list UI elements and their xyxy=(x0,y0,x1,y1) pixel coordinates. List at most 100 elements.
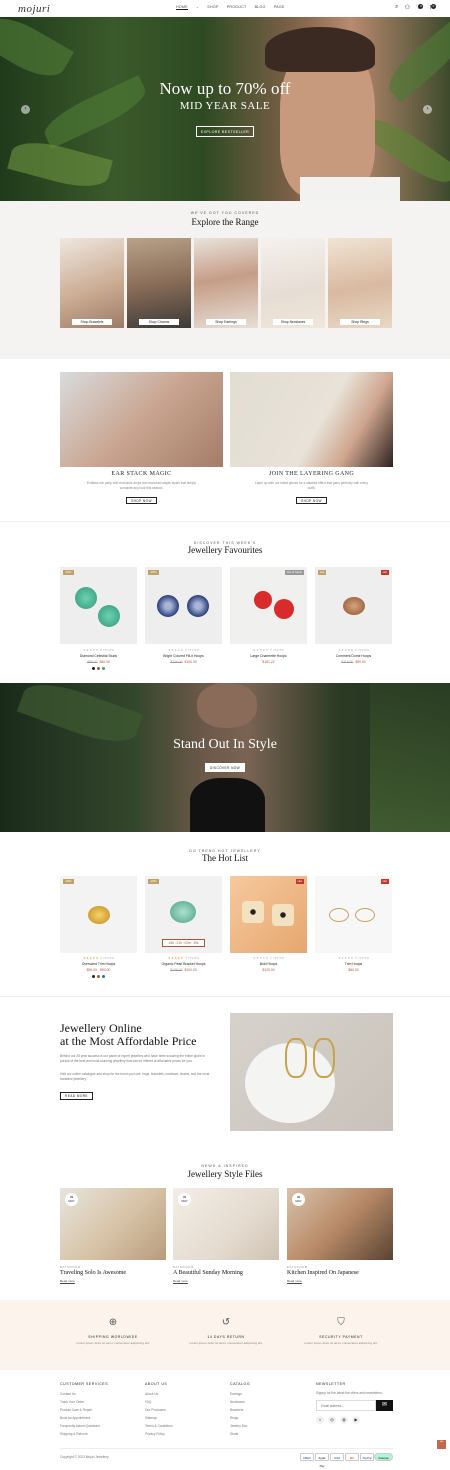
color-swatch[interactable] xyxy=(92,975,95,978)
blog-category[interactable]: BATHROOM xyxy=(287,1265,308,1269)
favourites-title: Jewellery Favourites xyxy=(187,545,263,555)
shop-now-button[interactable]: SHOP NOW xyxy=(126,497,157,504)
nav-home[interactable]: HOME xyxy=(176,5,188,10)
blog-category[interactable]: BATHROOM xyxy=(173,1265,194,1269)
color-swatch[interactable] xyxy=(97,667,100,670)
affordable-paragraph: Visit our online catalogue and shop for … xyxy=(60,1072,210,1081)
product-card[interactable]: Hot xyxy=(315,876,392,953)
product-card[interactable]: -20% xyxy=(60,876,137,953)
product-card[interactable]: Hot xyxy=(230,876,307,953)
chevron-down-icon: ⌄ xyxy=(195,5,200,9)
footer-link[interactable]: About Us xyxy=(145,1392,158,1396)
footer-link[interactable]: Frequently Asked Questions xyxy=(60,1424,100,1428)
back-to-top-icon[interactable]: ⌃ xyxy=(437,1440,446,1449)
feature-desc: Lorem ipsum dolor sit amet, consectetur … xyxy=(189,1341,263,1345)
blog-date: 09 MAY xyxy=(65,1193,78,1206)
dribbble-icon[interactable]: ◍ xyxy=(340,1416,348,1424)
product-card[interactable]: -20% xyxy=(60,567,137,644)
promo-ear-stack-image[interactable] xyxy=(60,372,223,467)
feature-title: 14 DAYS RETURN xyxy=(207,1335,245,1339)
account-icon[interactable]: ⚇ xyxy=(405,4,410,11)
twitter-icon[interactable]: t xyxy=(316,1416,324,1424)
product-name[interactable]: Bold Hoops xyxy=(230,962,307,966)
blog-category[interactable]: BATHROOM xyxy=(60,1265,81,1269)
youtube-icon[interactable]: ▶ xyxy=(352,1416,360,1424)
category-tile-necklaces[interactable]: Shop Necklaces xyxy=(261,238,325,328)
blog-post-title[interactable]: Traveling Solo Is Awesome xyxy=(60,1270,126,1276)
nav-product[interactable]: PRODUCT xyxy=(227,5,247,10)
footer-link[interactable]: FAQ xyxy=(145,1400,151,1404)
product-price: $96.00 $60.00 xyxy=(87,660,110,664)
category-tile-charms[interactable]: Shop Charms xyxy=(127,238,191,328)
category-tile-earrings[interactable]: Shop Earrings xyxy=(194,238,258,328)
amex-icon: AMEX xyxy=(300,1453,314,1461)
product-card[interactable]: -20% xyxy=(145,567,222,644)
product-name[interactable]: Trim Hoops xyxy=(315,962,392,966)
footer-link[interactable]: Product Care & Repair xyxy=(60,1408,92,1412)
rating-stars: ★★★★★ 4 review xyxy=(168,956,200,960)
footer-link[interactable]: Track Your Order xyxy=(60,1400,84,1404)
color-swatch[interactable] xyxy=(92,667,95,670)
blog-post-title[interactable]: A Beautiful Sunday Morning xyxy=(173,1270,243,1276)
read-more-link[interactable]: Read more xyxy=(287,1279,302,1283)
promo-title: EAR STACK MAGIC xyxy=(111,471,172,477)
product-name[interactable]: Organic Pearl Bracket Hoops xyxy=(145,962,222,966)
footer-link[interactable]: Book an Appointment xyxy=(60,1416,90,1420)
footer-link[interactable]: Terms & Conditions xyxy=(145,1424,173,1428)
cart-icon[interactable]: ⊓0 xyxy=(429,4,436,11)
discount-badge: Hot xyxy=(318,570,327,575)
blog-image[interactable]: 09 MAY xyxy=(60,1188,166,1260)
footer-link[interactable]: Studs xyxy=(230,1432,238,1436)
color-swatch[interactable] xyxy=(102,975,105,978)
product-card[interactable]: Out of Stock xyxy=(230,567,307,644)
social-icons: t ◎ ◍ ▶ xyxy=(316,1416,360,1424)
read-more-link[interactable]: Read more xyxy=(60,1279,75,1283)
product-card[interactable]: -20% 155 : 21h : 02m : 39s xyxy=(145,876,222,953)
product-name[interactable]: Diamond Celestial Studs xyxy=(60,654,137,658)
site-logo[interactable]: mojuri xyxy=(18,3,50,15)
read-more-button[interactable]: READ MORE xyxy=(60,1092,93,1100)
discover-now-button[interactable]: DISCOVER NOW xyxy=(205,763,245,772)
read-more-link[interactable]: Read more xyxy=(173,1279,188,1283)
stock-badge: Out of Stock xyxy=(284,570,304,575)
wishlist-icon[interactable]: ♡0 xyxy=(416,4,424,11)
product-card[interactable]: Hot Hot xyxy=(315,567,392,644)
category-tile-rings[interactable]: Shop Rings xyxy=(328,238,392,328)
footer-link[interactable]: Sitemap xyxy=(145,1416,157,1420)
footer-link[interactable]: Bracelets xyxy=(230,1408,243,1412)
send-icon[interactable]: ✉ xyxy=(376,1400,393,1411)
footer-link[interactable]: Necklaces xyxy=(230,1400,245,1404)
product-name[interactable]: Comment Dome Hoops xyxy=(315,654,392,658)
discount-badge: -20% xyxy=(63,570,74,575)
footer-link[interactable]: Privacy Policy xyxy=(145,1432,165,1436)
nav-shop[interactable]: SHOP xyxy=(207,5,218,10)
footer-link[interactable]: Shipping & Returns xyxy=(60,1432,87,1436)
footer-link[interactable]: Our Producers xyxy=(145,1408,166,1412)
color-swatch[interactable] xyxy=(102,667,105,670)
prev-arrow-icon[interactable]: ‹ xyxy=(21,105,30,114)
footer-link[interactable]: Jewelry Box xyxy=(230,1424,247,1428)
footer-link[interactable]: Contact Us xyxy=(60,1392,76,1396)
blog-image[interactable]: 09 MAY xyxy=(173,1188,279,1260)
nav-blog[interactable]: BLOG xyxy=(255,5,266,10)
category-tile-bracelets[interactable]: Shop Bracelets xyxy=(60,238,124,328)
hot-badge: Hot xyxy=(380,570,389,575)
blog-post-title[interactable]: Kitchen Inspired On Japanese xyxy=(287,1270,359,1276)
shop-now-button[interactable]: SHOP NOW xyxy=(296,497,327,504)
instagram-icon[interactable]: ◎ xyxy=(328,1416,336,1424)
newsletter-email-input[interactable] xyxy=(316,1400,376,1411)
explore-bestseller-button[interactable]: EXPLORE BESTSELLER xyxy=(196,126,254,137)
footer-link[interactable]: Earrings xyxy=(230,1392,242,1396)
footer-link[interactable]: Rings xyxy=(230,1416,238,1420)
next-arrow-icon[interactable]: › xyxy=(423,105,432,114)
search-icon[interactable]: ⌕ xyxy=(395,4,398,11)
nav-page[interactable]: PAGE xyxy=(274,5,285,10)
color-swatch[interactable] xyxy=(97,975,100,978)
product-name[interactable]: Large Charmette Hoops xyxy=(230,654,307,658)
product-name[interactable]: Oversized Trim Hoops xyxy=(60,962,137,966)
feature-title: SECURITY PAYMENT xyxy=(319,1335,363,1339)
promo-layering-image[interactable] xyxy=(230,372,393,467)
product-name[interactable]: Bright Colored Fill-it Hoops xyxy=(145,654,222,658)
blog-date: 09 MAY xyxy=(178,1193,191,1206)
blog-image[interactable]: 09 MAY xyxy=(287,1188,393,1260)
